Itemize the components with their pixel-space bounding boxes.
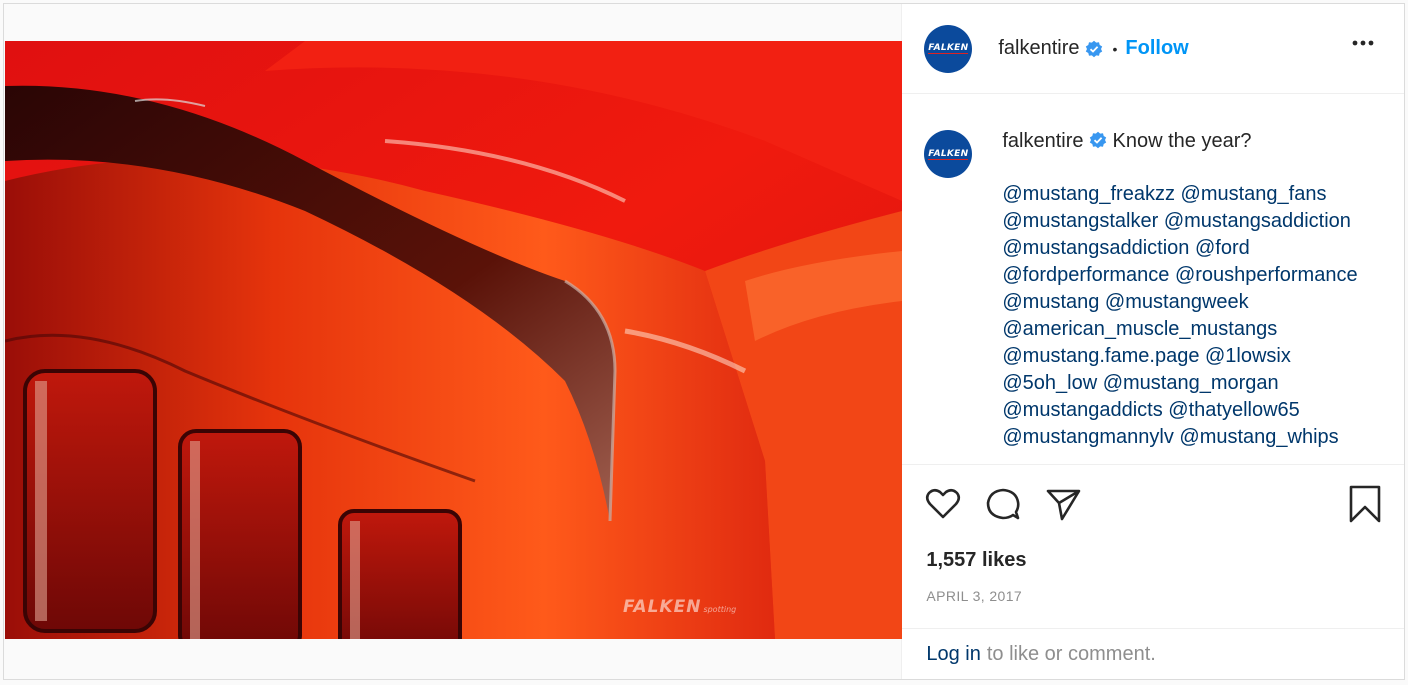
mention-line[interactable]: @mustangsaddiction @ford [1002,235,1357,262]
post-actions: 1,557 likes APRIL 3, 2017 [902,464,1404,629]
mention-line[interactable]: @fordperformance @roushperformance [1002,262,1357,289]
mention-line[interactable]: @american_muscle_mustangs [1002,316,1357,343]
caption-area: FALKEN falkentire Know the year? @mustan… [902,94,1404,464]
post-header: FALKEN falkentire • Follow [902,4,1404,94]
post-photo[interactable]: FALKEN spotting [5,41,902,639]
mention-line[interactable]: @mustang.fame.page @1lowsix [1002,343,1357,370]
mention-line[interactable]: @mustang_freakzz @mustang_fans [1002,181,1357,208]
post-sidebar: FALKEN falkentire • Follow FALKEN falken… [901,4,1404,679]
login-prompt: Log in to like or comment. [902,629,1404,679]
mention-line[interactable]: @mustangstalker @mustangsaddiction [1002,208,1357,235]
bookmark-icon[interactable] [1346,485,1384,523]
post-media: FALKEN spotting [4,4,902,679]
login-prompt-text: to like or comment. [986,642,1156,665]
mention-line[interactable]: @mustangmannylv @mustang_whips [1002,424,1357,451]
caption-avatar[interactable]: FALKEN [924,130,973,178]
caption-username[interactable]: falkentire [1002,130,1083,152]
photo-watermark: FALKEN spotting [623,597,737,617]
caption-text: Know the year? [1112,130,1252,152]
more-options-icon[interactable] [1352,40,1374,46]
mention-line[interactable]: @mustangaddicts @thatyellow65 [1002,397,1357,424]
post-date[interactable]: APRIL 3, 2017 [926,588,1022,604]
comment-icon[interactable] [984,485,1022,523]
avatar[interactable]: FALKEN [924,24,973,73]
likes-count[interactable]: 1,557 likes [926,549,1026,572]
separator-dot: • [1112,40,1118,57]
caption-mentions: @mustang_freakzz @mustang_fans @mustangs… [1002,181,1357,451]
login-link[interactable]: Log in [926,643,981,666]
mention-line[interactable]: @5oh_low @mustang_morgan [1002,370,1357,397]
caption: falkentire Know the year? @mustang_freak… [1002,128,1357,464]
post-card: FALKEN spotting FALKEN falkentire • Follo… [3,3,1405,680]
verified-badge-icon [1089,131,1106,149]
verified-badge-icon [1085,40,1102,57]
share-icon[interactable] [1044,485,1082,523]
mention-line[interactable]: @mustang @mustangweek [1002,289,1357,316]
follow-button[interactable]: Follow [1125,37,1188,60]
heart-icon[interactable] [924,485,962,523]
header-username[interactable]: falkentire [998,37,1079,60]
